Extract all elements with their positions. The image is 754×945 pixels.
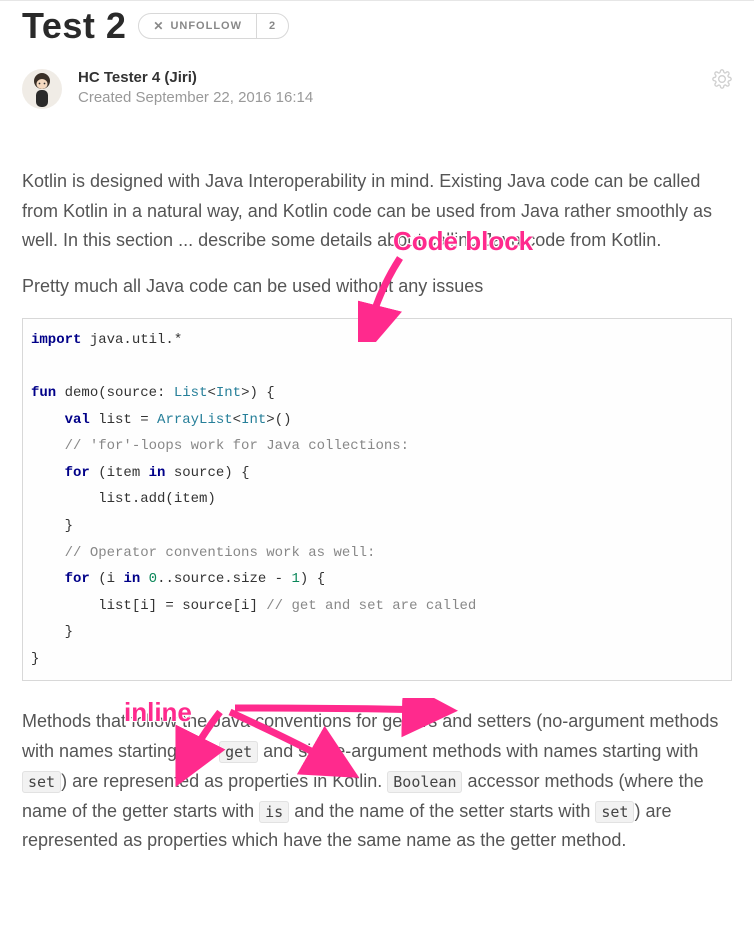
paragraph-2: Pretty much all Java code can be used wi… xyxy=(22,272,732,302)
code-token: java.util.* xyxy=(81,332,182,348)
code-token: fun xyxy=(31,385,56,401)
code-token: > xyxy=(241,385,249,401)
avatar-icon xyxy=(28,71,56,107)
page-title: Test 2 xyxy=(22,5,126,47)
follow-pill: ✕ UNFOLLOW 2 xyxy=(138,13,289,39)
code-token: () xyxy=(275,412,292,428)
code-token: for xyxy=(65,571,90,587)
unfollow-label: UNFOLLOW xyxy=(170,20,242,32)
inline-code-set: set xyxy=(22,771,61,793)
article-body: Kotlin is designed with Java Interoperab… xyxy=(22,167,732,856)
code-token: list[i] = source[i] xyxy=(98,598,266,614)
code-token: } xyxy=(65,518,73,534)
code-token: } xyxy=(65,624,73,640)
code-token xyxy=(140,571,148,587)
text-run: and single-argument methods with names s… xyxy=(258,741,698,761)
code-token: // 'for'-loops work for Java collections… xyxy=(65,438,409,454)
follower-count: 2 xyxy=(256,14,288,38)
code-token: val xyxy=(65,412,90,428)
inline-code-boolean: Boolean xyxy=(387,771,462,793)
code-token: source) { xyxy=(165,465,249,481)
code-token: list = xyxy=(90,412,157,428)
code-token: in xyxy=(149,465,166,481)
code-token: < xyxy=(233,412,241,428)
code-token: list.add(item) xyxy=(98,491,216,507)
inline-code-set2: set xyxy=(595,801,634,823)
code-token: (item xyxy=(90,465,149,481)
inline-code-get: get xyxy=(219,741,258,763)
code-token: ) { xyxy=(300,571,325,587)
text-run: ) are represented as properties in Kotli… xyxy=(61,771,387,791)
code-token: 0 xyxy=(149,571,157,587)
code-token: 1 xyxy=(291,571,299,587)
code-token: // Operator conventions work as well: xyxy=(65,545,376,561)
code-token: ..source.size - xyxy=(157,571,291,587)
paragraph-3: Methods that follow the Java conventions… xyxy=(22,707,732,855)
code-token: < xyxy=(207,385,215,401)
gear-icon xyxy=(712,69,732,89)
close-icon: ✕ xyxy=(153,20,164,32)
text-run: and the name of the setter starts with xyxy=(289,801,595,821)
code-token: in xyxy=(123,571,140,587)
code-token: ) { xyxy=(250,385,275,401)
inline-code-is: is xyxy=(259,801,289,823)
author-name[interactable]: HC Tester 4 (Jiri) xyxy=(78,69,313,86)
code-block: import java.util.* fun demo(source: List… xyxy=(22,318,732,682)
settings-button[interactable] xyxy=(712,69,732,94)
code-token: Int xyxy=(216,385,241,401)
code-token: } xyxy=(31,651,39,667)
code-token: for xyxy=(65,465,90,481)
paragraph-1: Kotlin is designed with Java Interoperab… xyxy=(22,167,732,256)
avatar[interactable] xyxy=(22,69,62,109)
code-token: import xyxy=(31,332,81,348)
code-token: demo xyxy=(56,385,98,401)
code-token: (source: xyxy=(98,385,174,401)
code-token: ArrayList xyxy=(157,412,233,428)
code-token: (i xyxy=(90,571,124,587)
code-token: // get and set are called xyxy=(266,598,476,614)
code-token: > xyxy=(266,412,274,428)
code-token: List xyxy=(174,385,208,401)
code-token: Int xyxy=(241,412,266,428)
created-timestamp: Created September 22, 2016 16:14 xyxy=(78,89,313,106)
unfollow-button[interactable]: ✕ UNFOLLOW xyxy=(139,14,256,38)
